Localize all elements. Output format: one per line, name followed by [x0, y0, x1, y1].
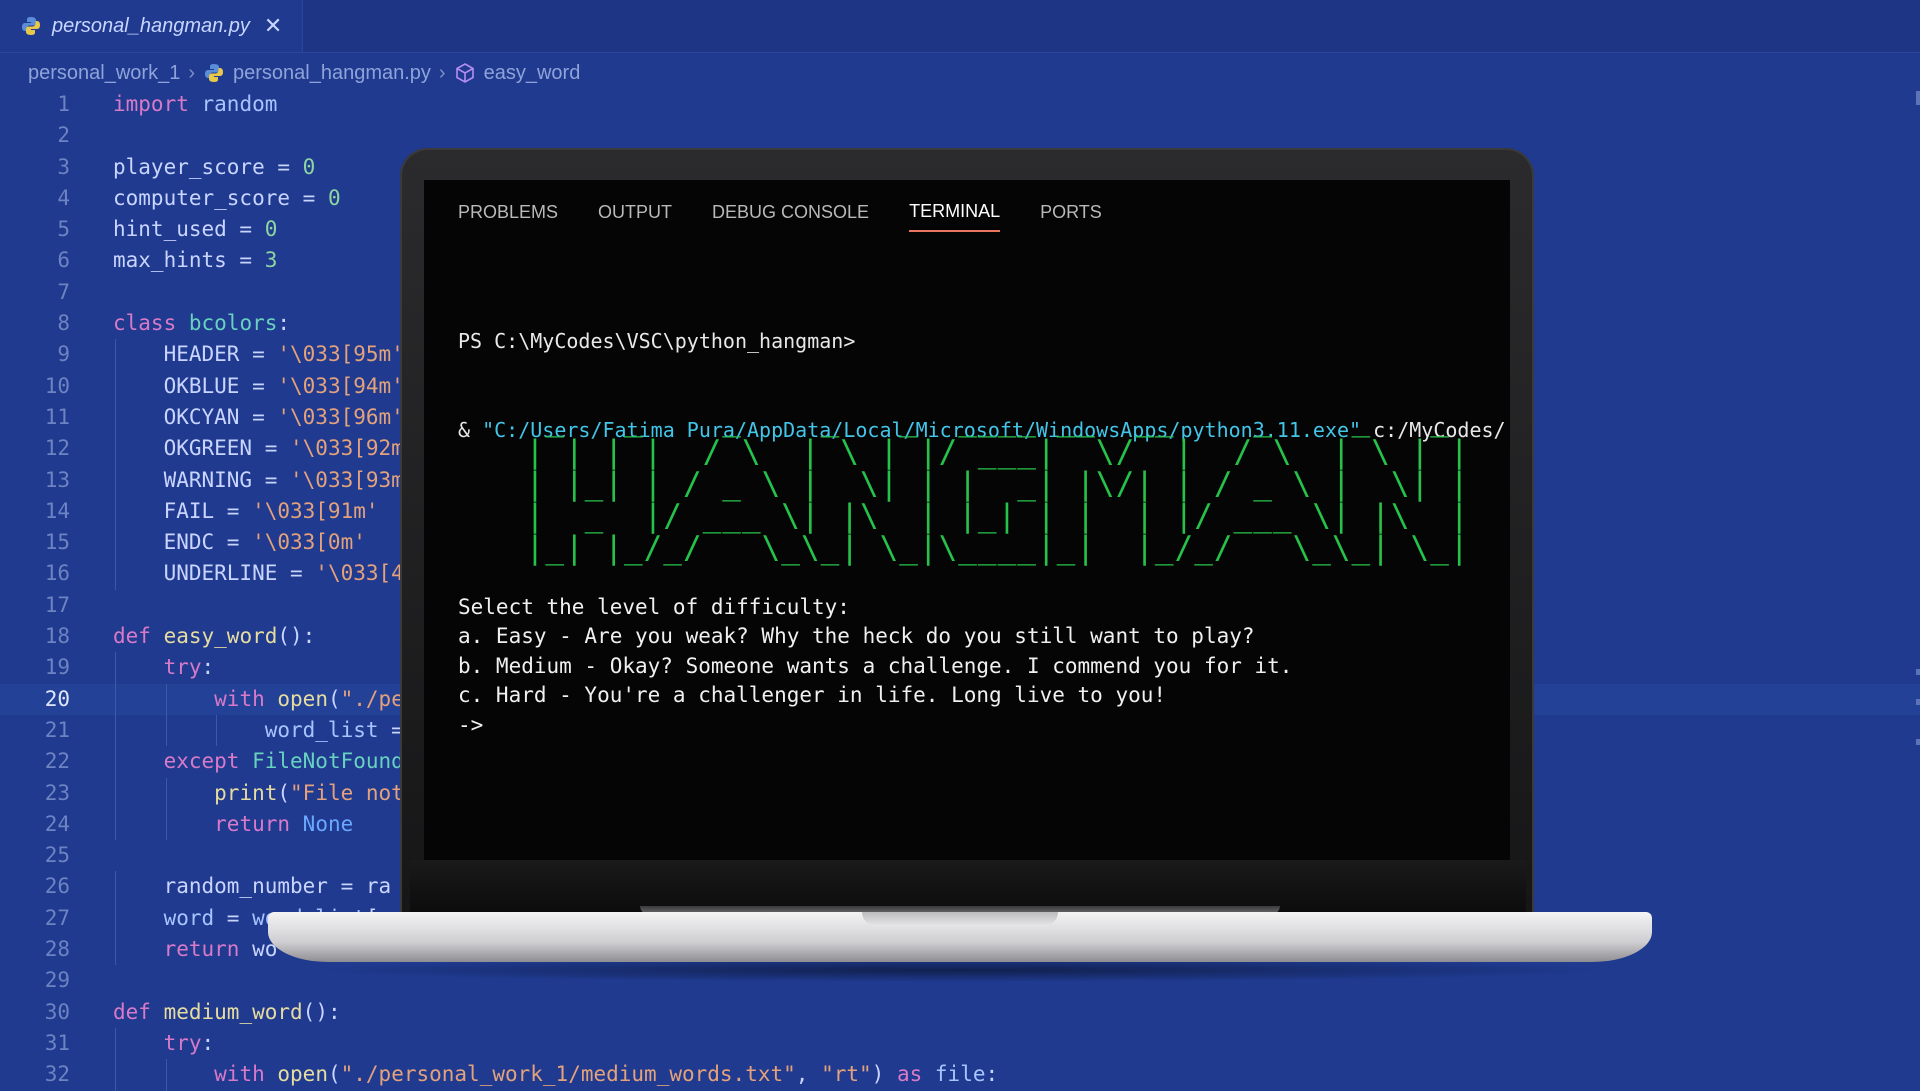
line-number: 16: [44, 561, 70, 586]
line-text: try:: [163, 655, 215, 680]
tab-output[interactable]: OUTPUT: [598, 198, 672, 231]
chevron-right-icon: ›: [438, 61, 446, 84]
function-cube-icon: [454, 62, 476, 84]
line-number: 23: [44, 780, 70, 805]
line-number: 13: [44, 467, 70, 492]
tab-ports[interactable]: PORTS: [1040, 198, 1102, 231]
close-icon[interactable]: ✕: [264, 13, 282, 39]
banner-line: | _ |/ ___ \| |\ | |_| | | | |/ ___ \| |…: [506, 498, 1470, 534]
chevron-right-icon: ›: [188, 61, 195, 84]
menu-option-easy: a. Easy - Are you weak? Why the heck do …: [458, 624, 1255, 648]
line-text: OKBLUE = '\033[94m': [113, 373, 404, 398]
line-number: 31: [44, 1030, 70, 1055]
line-text: HEADER = '\033[95m': [113, 342, 404, 367]
line-number: 15: [44, 530, 70, 555]
line-text: try:: [163, 1030, 215, 1055]
breadcrumb-file[interactable]: personal_hangman.py: [233, 62, 431, 85]
line-number: 18: [44, 624, 70, 649]
tab-problems[interactable]: PROBLEMS: [458, 198, 558, 231]
line-text: def easy_word():: [113, 624, 316, 649]
line-number: 2: [57, 123, 70, 148]
line-text: UNDERLINE = '\033[4m': [113, 561, 430, 586]
line-number: 3: [57, 154, 70, 179]
line-text: computer_score = 0: [113, 185, 341, 210]
banner-line: | | | | / \ | \ | |/ ___| \/ | / \ | \ |…: [506, 434, 1470, 470]
line-number: 22: [44, 749, 70, 774]
breadcrumb-folder[interactable]: personal_work_1: [28, 62, 180, 85]
line-number: 1: [57, 92, 70, 116]
menu-heading: Select the level of difficulty:: [458, 594, 850, 619]
line-text: OKGREEN = '\033[92m': [113, 436, 417, 461]
line-number: 14: [44, 498, 70, 523]
line-text: max_hints = 3: [113, 248, 278, 273]
line-text: class bcolors:: [113, 311, 291, 336]
line-number: 9: [57, 342, 70, 367]
code-line[interactable]: 30 def medium_word():: [0, 997, 1920, 1028]
code-line[interactable]: 32 with open("./personal_work_1/medium_w…: [0, 1059, 1920, 1091]
tab-debug-console[interactable]: DEBUG CONSOLE: [712, 198, 869, 231]
line-text: with open("./personal_work_1/medium_word…: [214, 1062, 999, 1087]
line-text: word_list =: [264, 717, 404, 742]
tab-personal-hangman[interactable]: personal_hangman.py ✕: [0, 0, 303, 52]
editor-scrollbar[interactable]: [1914, 89, 1920, 1079]
python-icon: [20, 15, 42, 37]
line-number: 19: [44, 655, 70, 680]
line-number: 5: [57, 217, 70, 242]
menu-option-hard: c. Hard - You're a challenger in life. L…: [458, 683, 1167, 707]
line-number: 11: [44, 404, 70, 429]
line-number: 24: [44, 811, 70, 836]
line-text: with open("./pe: [214, 686, 404, 711]
code-line[interactable]: 2: [0, 120, 1920, 151]
line-text: hint_used = 0: [113, 217, 278, 242]
line-number: 12: [44, 436, 70, 461]
line-text: ENDC = '\033[0m': [113, 530, 366, 555]
terminal-prompt: PS C:\MyCodes\VSC\python_hangman>: [458, 329, 856, 353]
command-prefix: &: [458, 417, 483, 442]
line-number: 6: [57, 248, 70, 273]
breadcrumb: personal_work_1 › personal_hangman.py › …: [28, 58, 580, 88]
banner-line: _ _ _ _ _ ____ __ __ _ _ _: [506, 402, 1470, 438]
line-number: 25: [44, 843, 70, 868]
line-text: return None: [214, 811, 354, 836]
line-text: random_number = ra: [113, 874, 392, 899]
python-icon: [203, 62, 225, 84]
line-number: 8: [57, 311, 70, 336]
line-number: 10: [44, 373, 70, 398]
line-text: import random: [113, 92, 278, 116]
line-text: return wo: [163, 937, 278, 962]
laptop-notch: [862, 912, 1058, 926]
banner-line: |_| |_/_/ \_\_| \_|\____|_| |_/_/ \_\_| …: [506, 530, 1470, 566]
line-number: 28: [44, 937, 70, 962]
line-number: 32: [44, 1062, 70, 1087]
difficulty-menu: Select the level of difficulty: a. Easy -…: [458, 563, 1292, 770]
line-number: 17: [44, 592, 70, 617]
breadcrumb-symbol[interactable]: easy_word: [484, 62, 581, 85]
tab-label: personal_hangman.py: [52, 14, 250, 37]
line-text: def medium_word():: [113, 999, 341, 1024]
line-number: 26: [44, 874, 70, 899]
line-text: player_score = 0: [113, 154, 316, 179]
line-number: 27: [44, 905, 70, 930]
terminal-panel-tabs: PROBLEMS OUTPUT DEBUG CONSOLE TERMINAL P…: [458, 196, 1142, 232]
editor-tab-bar: personal_hangman.py ✕: [0, 0, 1920, 53]
code-line[interactable]: 1 import random: [0, 89, 1920, 120]
tab-terminal[interactable]: TERMINAL: [909, 197, 1001, 232]
menu-option-medium: b. Medium - Okay? Someone wants a challe…: [458, 653, 1293, 678]
banner-line: | |_| | / _ \ | \| | | _| |\/| | / _ \ |…: [506, 466, 1470, 502]
line-text: except FileNotFound: [163, 749, 404, 774]
line-text: print("File not: [214, 780, 404, 805]
line-number: 30: [44, 999, 70, 1024]
code-line[interactable]: 31 try:: [0, 1027, 1920, 1060]
line-number: 4: [57, 185, 70, 210]
input-prompt[interactable]: ->: [458, 711, 1292, 741]
line-number: 21: [44, 717, 70, 742]
line-number: 20: [44, 686, 70, 711]
laptop-chin: [410, 860, 1526, 912]
line-number: 29: [44, 968, 70, 993]
line-text: FAIL = '\033[91m': [113, 498, 379, 523]
line-number: 7: [57, 279, 70, 304]
line-text: WARNING = '\033[93m': [113, 467, 417, 492]
line-text: OKCYAN = '\033[96m': [113, 404, 404, 429]
